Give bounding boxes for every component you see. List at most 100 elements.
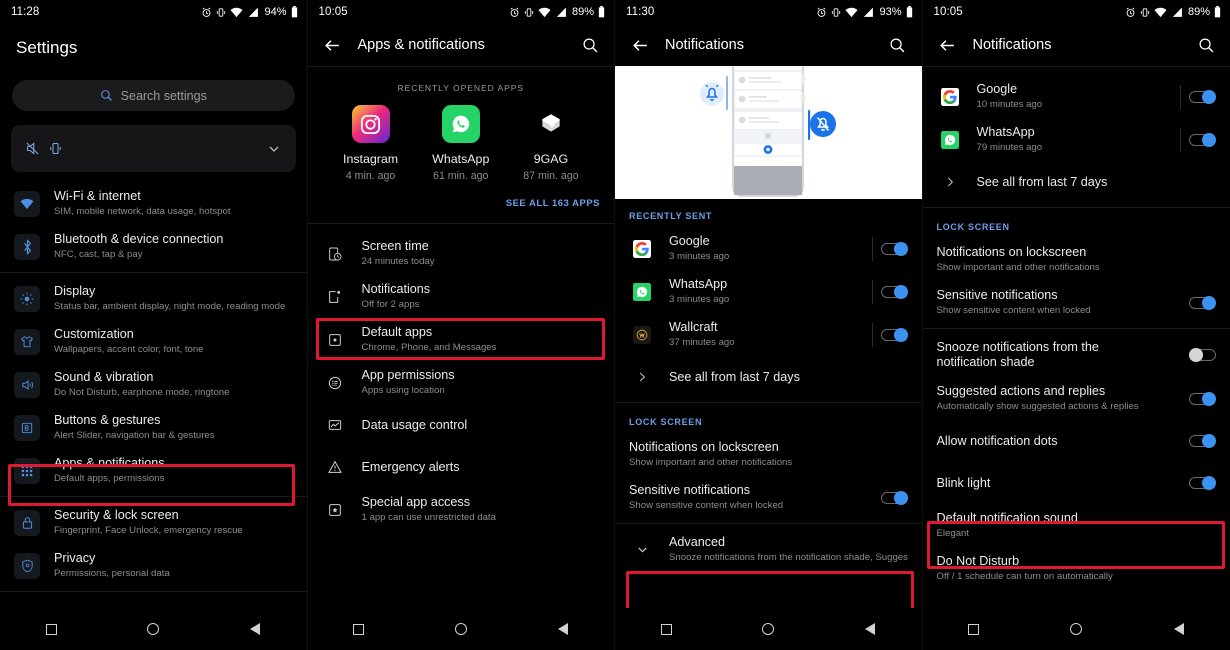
recents-button[interactable] [40, 618, 62, 640]
toggle-sensitive-notifications[interactable] [1189, 295, 1216, 310]
divider [615, 402, 922, 403]
recent-apps-grid: Instagram 4 min. ago WhatsApp 61 min. ag… [308, 93, 615, 182]
toggle-google[interactable] [880, 241, 908, 256]
recent-app-instagram[interactable]: Instagram 4 min. ago [326, 105, 416, 182]
recent-app-whatsapp[interactable]: WhatsApp 61 min. ago [416, 105, 506, 182]
sidebar-item-security[interactable]: Security & lock screen Fingerprint, Face… [0, 501, 307, 544]
recents-button[interactable] [963, 618, 985, 640]
row-body: Data usage control [362, 418, 601, 433]
back-button[interactable] [859, 618, 881, 640]
list-item-see-all-7-days[interactable]: See all from last 7 days [923, 161, 1230, 203]
list-item-sensitive-notifications[interactable]: Sensitive notifications Show sensitive c… [923, 281, 1230, 324]
back-button[interactable] [244, 618, 266, 640]
list-item-default-apps[interactable]: Default apps Chrome, Phone, and Messages [308, 318, 615, 361]
row-body: Buttons & gestures Alert Slider, navigat… [54, 413, 293, 442]
triangle-back-icon [557, 623, 568, 635]
divider [0, 272, 307, 273]
back-button[interactable] [1168, 618, 1190, 640]
notification-settings-list: Notifications on lockscreen Show importa… [922, 238, 1230, 590]
list-item-google[interactable]: Google 10 minutes ago [923, 75, 1230, 118]
shirt-icon [14, 328, 40, 355]
see-all-apps-link[interactable]: SEE ALL 163 APPS [308, 182, 615, 209]
back-button[interactable] [552, 618, 574, 640]
sidebar-item-wifi[interactable]: Wi-Fi & internet SIM, mobile network, da… [0, 182, 307, 225]
toggle-blink-light[interactable] [1189, 476, 1216, 490]
list-item-notification-dots[interactable]: Allow notification dots [923, 420, 1230, 462]
sidebar-item-sound[interactable]: Sound & vibration Do Not Disturb, earpho… [0, 363, 307, 406]
list-item-blink-light[interactable]: Blink light [923, 462, 1230, 504]
wifi-icon [846, 7, 858, 17]
list-item-whatsapp[interactable]: WhatsApp 79 minutes ago [923, 118, 1230, 161]
row-subtitle: Status bar, ambient display, night mode,… [54, 301, 286, 312]
list-item-notifications-on-lockscreen[interactable]: Notifications on lockscreen Show importa… [923, 238, 1230, 281]
list-item-snooze-notifications[interactable]: Snooze notifications from the notificati… [923, 333, 1230, 377]
recent-app-9gag[interactable]: 9GAG 87 min. ago [506, 105, 596, 182]
row-title: Privacy [54, 551, 96, 565]
row-title: Data usage control [361, 417, 468, 432]
toggle-sensitive-notifications[interactable] [880, 490, 908, 505]
sidebar-item-customization[interactable]: Customization Wallpapers, accent color, … [0, 320, 307, 363]
sidebar-item-display[interactable]: Display Status bar, ambient display, nig… [0, 277, 307, 320]
search-icon[interactable] [578, 33, 602, 57]
back-arrow-icon[interactable] [320, 32, 346, 58]
search-icon[interactable] [1194, 33, 1218, 57]
app-time: 4 min. ago [345, 170, 396, 182]
row-body: See all from last 7 days [977, 175, 1217, 190]
toggle-notification-dots[interactable] [1189, 434, 1216, 448]
search-settings-field[interactable]: Search settings [12, 80, 295, 111]
toggle-suggested-actions[interactable] [1189, 391, 1216, 406]
signal-icon [862, 7, 874, 17]
list-item-screen-time[interactable]: Screen time 24 minutes today [308, 232, 615, 275]
list-item-sensitive-notifications[interactable]: Sensitive notifications Show sensitive c… [615, 476, 922, 519]
toggle-whatsapp[interactable] [880, 284, 908, 299]
chevron-down-icon[interactable] [266, 141, 282, 157]
sidebar-item-buttons[interactable]: Buttons & gestures Alert Slider, navigat… [0, 406, 307, 449]
recents-button[interactable] [348, 618, 370, 640]
toggle-whatsapp[interactable] [1189, 132, 1216, 147]
divider [922, 207, 1230, 208]
sidebar-item-privacy[interactable]: Privacy Permissions, personal data [0, 544, 307, 587]
recents-button[interactable] [655, 618, 677, 640]
row-title: Wi-Fi & internet [54, 189, 141, 203]
vibrate-icon [832, 7, 841, 17]
row-title: See all from last 7 days [976, 174, 1108, 189]
home-button[interactable] [1065, 618, 1087, 640]
list-item-notifications-on-lockscreen[interactable]: Notifications on lockscreen Show importa… [615, 433, 922, 476]
quick-settings-card[interactable] [11, 125, 296, 172]
row-title: Default notification sound [936, 511, 1078, 525]
list-item-do-not-disturb[interactable]: Do Not Disturb Off / 1 schedule can turn… [923, 547, 1230, 590]
home-button[interactable] [450, 618, 472, 640]
list-item-special-app-access[interactable]: Special app access 1 app can use unrestr… [308, 488, 615, 531]
toggle-wallcraft[interactable] [880, 327, 908, 342]
list-item-advanced[interactable]: Advanced Snooze notifications from the n… [615, 528, 922, 571]
list-item-wallcraft[interactable]: Wallcraft 37 minutes ago [615, 313, 922, 356]
search-icon[interactable] [886, 33, 910, 57]
row-subtitle: NFC, cast, tap & pay [54, 249, 143, 260]
toggle-google[interactable] [1189, 89, 1216, 104]
back-arrow-icon[interactable] [935, 32, 961, 58]
sidebar-item-apps-notifications[interactable]: Apps & notifications Default apps, permi… [0, 449, 307, 492]
list-item-emergency-alerts[interactable]: Emergency alerts [308, 446, 615, 488]
list-item-notifications[interactable]: Notifications Off for 2 apps [308, 275, 615, 318]
lock-icon [14, 509, 40, 536]
list-item-app-permissions[interactable]: App permissions Apps using location [308, 361, 615, 404]
toggle-snooze-notifications[interactable] [1189, 348, 1216, 362]
row-subtitle: Fingerprint, Face Unlock, emergency resc… [54, 525, 243, 536]
list-item-suggested-actions[interactable]: Suggested actions and replies Automatica… [923, 377, 1230, 420]
row-subtitle: Show sensitive content when locked [629, 500, 784, 511]
battery-percent: 89% [571, 6, 594, 18]
list-item-see-all-7-days[interactable]: See all from last 7 days [615, 356, 922, 398]
row-subtitle: SIM, mobile network, data usage, hotspot [54, 206, 231, 217]
recently-opened-label: RECENTLY OPENED APPS [397, 83, 525, 93]
row-subtitle: Automatically show suggested actions & r… [936, 401, 1139, 412]
list-item-google[interactable]: Google 3 minutes ago [615, 227, 922, 270]
sidebar-item-bluetooth[interactable]: Bluetooth & device connection NFC, cast,… [0, 225, 307, 268]
list-item-data-usage[interactable]: Data usage control [308, 404, 615, 446]
list-item-default-notification-sound[interactable]: Default notification sound Elegant [923, 504, 1230, 547]
row-subtitle: Apps using location [361, 385, 445, 396]
home-button[interactable] [757, 618, 779, 640]
list-item-whatsapp[interactable]: WhatsApp 3 minutes ago [615, 270, 922, 313]
home-button[interactable] [142, 618, 164, 640]
lock-screen-list: Notifications on lockscreen Show importa… [615, 433, 922, 571]
back-arrow-icon[interactable] [627, 32, 653, 58]
